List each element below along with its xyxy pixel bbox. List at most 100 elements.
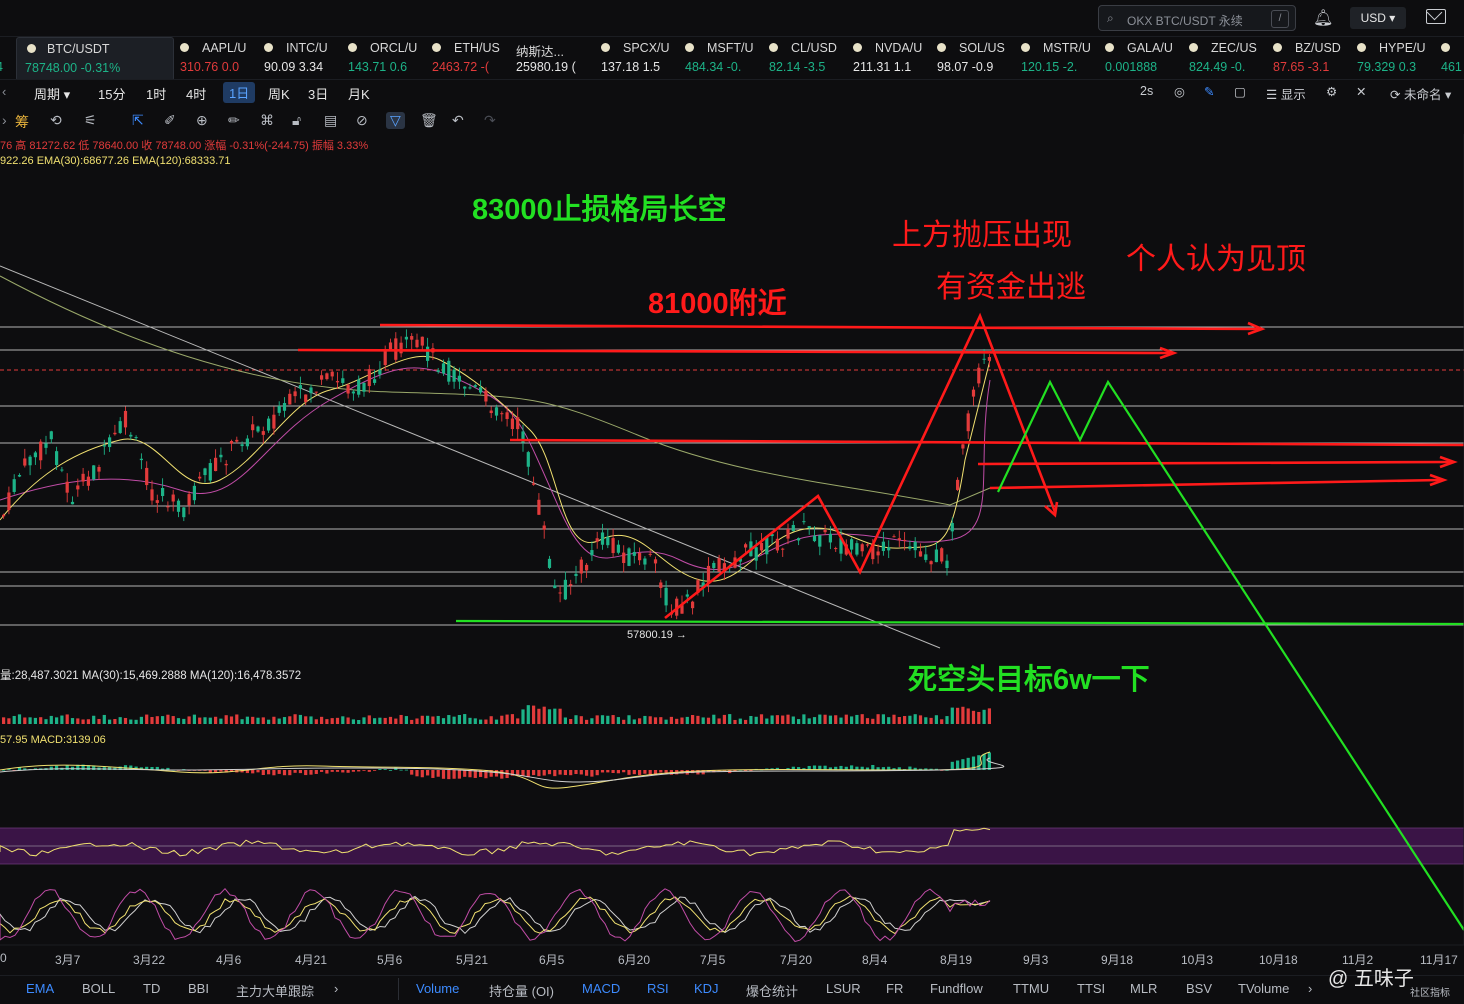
ticker-item[interactable]: 纳斯达... 25980.19 ( [516,37,600,79]
collapse-icon[interactable]: › [2,112,7,128]
indicator-tab[interactable]: TTMU [1013,981,1049,996]
indicator-tab[interactable]: BOLL [82,981,115,996]
camera-icon[interactable]: ◎ [1174,84,1185,99]
chevron-right-icon[interactable]: › [1308,981,1312,996]
macd-bar [404,769,408,771]
ticker-item[interactable]: ETH/US 2463.72 -( [432,37,516,79]
ticker-item[interactable]: NVDA/U 211.31 1.1 [853,37,937,79]
candle-body [860,544,864,552]
ticker-item[interactable]: INTC/U 90.09 3.34 [264,37,348,79]
candle-body [611,538,615,554]
interval-1mo[interactable]: 月K [348,84,370,103]
settings-icon[interactable]: ⚙ [1326,84,1337,99]
interval-1w[interactable]: 周K [268,84,290,103]
template-icon[interactable]: ▤ [324,112,337,129]
coin-icon [1441,43,1450,52]
volume-bar [208,717,212,724]
volume-bar [738,718,742,724]
indicator-icon[interactable]: ⚟ [84,112,97,129]
bell-icon[interactable]: 🔔︎ [1313,8,1333,28]
interval-4h[interactable]: 4时 [186,84,206,103]
pen-icon[interactable]: ✎ [1204,84,1214,99]
ticker-item[interactable]: MSTR/U 120.15 -2. [1021,37,1105,79]
chevron-right-icon[interactable]: › [334,981,338,996]
candle-body [929,561,933,565]
indicator-tab[interactable]: Fundflow [930,981,983,996]
indicator-tab[interactable]: TD [143,981,160,996]
candle-body [924,554,928,560]
interval-1d[interactable]: 1日 [223,82,256,103]
chip-button[interactable]: 筹 [15,112,29,132]
indicator-tab[interactable]: LSUR [826,981,861,996]
ticker-price: 78748.00 -0.31% [25,61,165,75]
candle-body [123,410,128,428]
indicator-tab[interactable]: Volume [416,981,459,996]
refresh-interval[interactable]: 2s [1140,84,1153,98]
trash-icon[interactable]: 🗑︎ [420,112,438,129]
indicator-tab[interactable]: TTSI [1077,981,1105,996]
volume-bar [622,719,626,724]
redo-icon[interactable]: ↷ [484,112,496,129]
kdj-j-line [0,887,991,943]
indicator-tab[interactable]: KDJ [694,981,719,996]
indicator-tab[interactable]: RSI [647,981,669,996]
ticker-price: 211.31 1.1 [853,60,933,74]
fullscreen-icon[interactable]: ✕ [1356,84,1366,99]
ticker-item[interactable]: HYPE/U 79.329 0.3 [1357,37,1441,79]
indicator-tab[interactable]: EMA [26,981,54,996]
interval-15m[interactable]: 15分 [98,84,125,103]
watermark-subtext: 社区指标 [1410,988,1450,999]
ticker-item[interactable]: BZ/USD 87.65 -3.1 [1273,37,1357,79]
interval-3d[interactable]: 3日 [308,84,328,103]
indicator-tab[interactable]: BSV [1186,981,1212,996]
ticker-item[interactable]: CL/USD 82.14 -3.5 [769,37,853,79]
zoom-icon[interactable]: ⊕ [196,112,208,129]
layout-name[interactable]: ⟳ 未命名 ▾ [1390,84,1451,103]
volume-bar [187,716,191,724]
mail-icon[interactable] [1426,9,1446,24]
macd-bar [309,770,313,775]
compare-icon[interactable]: ⟲ [50,112,62,129]
ticker-item[interactable]: BTC/USDT 78748.00 -0.31% [16,37,174,79]
undo-icon[interactable]: ↶ [452,112,464,129]
coin-icon [1105,43,1114,52]
volume-bar [182,718,186,724]
indicator-tab[interactable]: 主力大单跟踪 [236,981,314,1000]
ticker-item[interactable]: ZEC/US 824.49 -0. [1189,37,1273,79]
ruler-icon[interactable]: ✐ [164,112,176,129]
ticker-item[interactable]: MSFT/U 484.34 -0. [685,37,769,79]
interval-1h[interactable]: 1时 [146,84,166,103]
filter-icon[interactable]: ▽ [386,112,405,129]
layout-icon[interactable]: ▢ [1234,84,1246,99]
ticker-item[interactable]: GALA/U 0.001888 [1105,37,1189,79]
indicator-tab[interactable]: 爆仓统计 [746,981,798,1000]
indicator-tab[interactable]: MLR [1130,981,1157,996]
indicator-tab[interactable]: MACD [582,981,620,996]
lock-icon[interactable]: 🔓︎ [292,112,301,129]
candle-body [208,463,212,481]
pattern-icon[interactable]: ⌘ [260,112,274,129]
ticker-item[interactable]: 461 [1441,37,1464,79]
macd-bar [277,770,281,774]
symbol-search-input[interactable]: ⌕ OKX BTC/USDT 永续 / [1098,5,1296,31]
cursor-icon[interactable]: ⇱ [132,112,144,129]
indicator-tab[interactable]: BBI [188,981,209,996]
ticker-change: -( [477,60,489,74]
period-dropdown[interactable]: 周期 ▾ [34,84,70,103]
ticker-item[interactable]: SPCX/U 137.18 1.5 [601,37,685,79]
ticker-item[interactable]: AAPL/U 310.76 0.0 [180,37,264,79]
brush-icon[interactable]: ✏ [228,112,240,129]
ticker-item[interactable]: SOL/US 98.07 -0.9 [937,37,1021,79]
volume-bar [553,708,557,724]
macd-bar [436,770,440,777]
display-menu[interactable]: ☰ 显示 [1266,84,1306,103]
indicator-tab[interactable]: FR [886,981,903,996]
candle-body [892,536,896,538]
currency-select[interactable]: USD ▾ [1350,7,1406,29]
collapse-chevron-icon[interactable]: ‹ [2,84,6,99]
indicator-tab[interactable]: TVolume [1238,981,1289,996]
magnet-icon[interactable]: ⊘ [356,112,368,129]
volume-bar [235,714,239,724]
ticker-item[interactable]: ORCL/U 143.71 0.6 [348,37,432,79]
indicator-tab[interactable]: 持仓量 (OI) [489,981,554,1000]
